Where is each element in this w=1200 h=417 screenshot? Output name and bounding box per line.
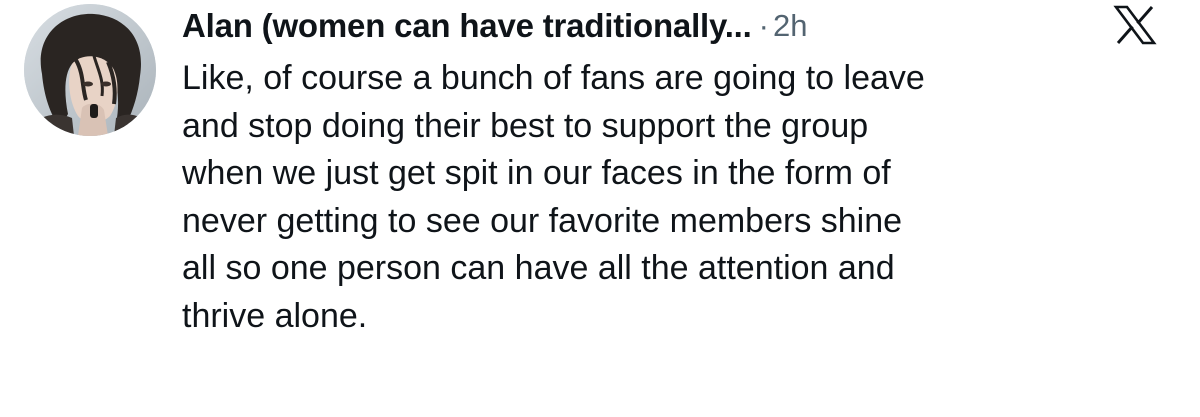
tweet-header: Alan (women can have traditionally... · … <box>182 2 807 50</box>
tweet-text-line: when we just get spit in our faces in th… <box>182 154 891 192</box>
x-logo-icon <box>1113 5 1157 45</box>
author-display-name[interactable]: Alan (women can have traditionally... <box>182 7 752 45</box>
tweet[interactable]: Alan (women can have traditionally... · … <box>0 0 1200 417</box>
tweet-text-line: never getting to see our favorite member… <box>182 201 903 240</box>
tweet-text-line: thrive alone. <box>182 296 368 335</box>
avatar[interactable] <box>24 4 156 136</box>
tweet-text-line: Like, of course a bunch of fans are goin… <box>182 59 925 97</box>
timestamp[interactable]: 2h <box>773 8 807 44</box>
profile-photo-icon <box>24 4 156 136</box>
header-separator: · <box>758 8 769 43</box>
tweet-text-line: and stop doing their best to support the… <box>182 106 869 145</box>
tweet-text: Like, of course a bunch of fans are goin… <box>182 55 1182 340</box>
tweet-text-line: all so one person can have all the atten… <box>182 249 895 287</box>
